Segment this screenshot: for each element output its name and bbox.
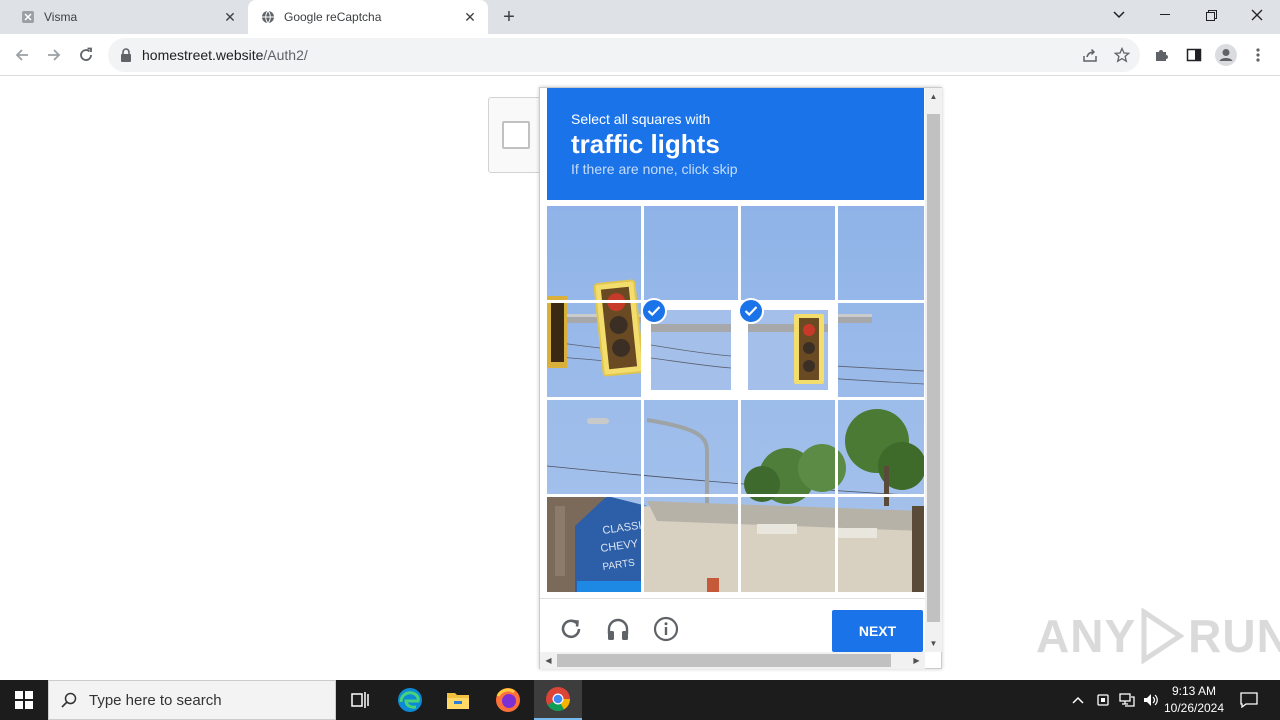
checkmark-icon	[641, 298, 667, 324]
more-menu-icon[interactable]	[1246, 43, 1270, 67]
network-icon[interactable]	[1116, 680, 1138, 720]
challenge-image-grid: CLASSIC CHEVY PARTS	[547, 206, 924, 592]
challenge-footer: NEXT	[540, 598, 927, 654]
clock-date: 10/26/2024	[1163, 701, 1225, 715]
instruction-text: Select all squares with	[571, 111, 711, 127]
tab-google-recaptcha[interactable]: Google reCaptcha ✕	[248, 0, 488, 34]
reload-icon[interactable]	[74, 43, 98, 67]
audio-challenge-icon[interactable]	[604, 615, 632, 643]
address-bar[interactable]: homestreet.website/Auth2/	[108, 38, 1140, 72]
device-icon[interactable]	[1092, 680, 1114, 720]
browser-toolbar: homestreet.website/Auth2/	[0, 34, 1280, 76]
chrome-icon[interactable]	[534, 680, 582, 720]
grid-tile[interactable]	[644, 497, 738, 592]
clock-time: 9:13 AM	[1171, 684, 1217, 698]
reload-icon[interactable]	[557, 615, 585, 643]
windows-start-icon[interactable]	[0, 680, 48, 720]
scroll-right-arrow-icon[interactable]: ▶	[908, 652, 925, 669]
forward-arrow-icon[interactable]	[42, 43, 66, 67]
grid-tile-selected[interactable]	[738, 298, 836, 398]
globe-icon	[260, 9, 276, 25]
windows-taskbar: Type here to search 9:13 AM 10/26/2024	[0, 680, 1280, 720]
challenge-header: Select all squares with traffic lights I…	[547, 88, 924, 200]
system-clock[interactable]: 9:13 AM 10/26/2024	[1160, 683, 1228, 717]
scroll-left-arrow-icon[interactable]: ◀	[540, 652, 557, 669]
volume-icon[interactable]	[1140, 680, 1162, 720]
grid-tile[interactable]	[547, 400, 641, 494]
tab-title: Visma	[44, 10, 78, 24]
tab-title: Google reCaptcha	[284, 10, 382, 24]
url-host: homestreet.website	[142, 47, 264, 63]
grid-tile[interactable]	[644, 206, 738, 300]
new-tab-button[interactable]: +	[498, 6, 520, 28]
scroll-up-arrow-icon[interactable]: ▲	[925, 88, 942, 105]
grid-tile[interactable]	[838, 303, 924, 397]
watermark-text: ANY	[1036, 610, 1137, 662]
close-tab-icon[interactable]: ✕	[460, 7, 480, 27]
close-tab-icon[interactable]: ✕	[220, 7, 240, 27]
lock-icon[interactable]	[120, 48, 132, 62]
show-hidden-icons-chevron-icon[interactable]	[1068, 680, 1088, 720]
grid-tile[interactable]	[644, 400, 738, 494]
scrollbar-thumb[interactable]	[557, 654, 891, 667]
search-placeholder: Type here to search	[89, 691, 222, 709]
watermark-text: RUN	[1188, 610, 1280, 662]
task-view-icon[interactable]	[336, 680, 384, 720]
side-panel-icon[interactable]	[1182, 43, 1206, 67]
taskbar-search-box[interactable]: Type here to search	[48, 680, 336, 720]
profile-avatar-icon[interactable]	[1214, 43, 1238, 67]
tab-visma[interactable]: Visma ✕	[8, 0, 248, 34]
back-arrow-icon[interactable]	[10, 43, 34, 67]
close-window-button[interactable]	[1234, 0, 1280, 30]
restore-button[interactable]	[1188, 0, 1234, 30]
search-icon	[49, 692, 89, 708]
horizontal-scrollbar[interactable]: ◀ ▶	[540, 652, 925, 669]
grid-tile[interactable]	[838, 206, 924, 300]
scrollbar-thumb[interactable]	[927, 114, 940, 622]
firefox-icon[interactable]	[484, 680, 532, 720]
grid-tile[interactable]	[547, 497, 641, 592]
tab-strip: Visma ✕ Google reCaptcha ✕ +	[0, 0, 1280, 34]
target-object-text: traffic lights	[571, 129, 720, 159]
anyrun-watermark: ANY RUN	[1036, 608, 1280, 664]
url-text: homestreet.website/Auth2/	[142, 47, 308, 63]
info-icon[interactable]	[652, 615, 680, 643]
minimize-button[interactable]	[1142, 0, 1188, 30]
share-icon[interactable]	[1080, 45, 1100, 65]
grid-tile[interactable]	[741, 497, 835, 592]
checkmark-icon	[738, 298, 764, 324]
notifications-icon[interactable]	[1234, 680, 1264, 720]
grid-tile[interactable]	[838, 400, 924, 494]
grid-tile[interactable]	[741, 400, 835, 494]
edge-browser-icon[interactable]	[386, 680, 434, 720]
extensions-puzzle-icon[interactable]	[1150, 43, 1174, 67]
visma-favicon-icon	[20, 9, 36, 25]
next-button[interactable]: NEXT	[832, 610, 923, 652]
tile-image	[748, 310, 828, 390]
grid-tile[interactable]	[547, 206, 641, 300]
grid-tile[interactable]	[547, 303, 641, 397]
file-explorer-icon[interactable]	[434, 680, 482, 720]
url-path: /Auth2/	[263, 47, 308, 63]
grid-tile-selected[interactable]	[641, 298, 739, 398]
tab-search-chevron-icon[interactable]	[1096, 0, 1142, 30]
bookmark-star-icon[interactable]	[1112, 45, 1132, 65]
recaptcha-challenge-popup: Select all squares with traffic lights I…	[539, 87, 942, 669]
skip-hint-text: If there are none, click skip	[571, 161, 738, 177]
grid-tile[interactable]	[741, 206, 835, 300]
vertical-scrollbar[interactable]: ▲ ▼	[925, 88, 942, 652]
tile-image	[651, 310, 731, 390]
recaptcha-checkbox[interactable]	[502, 121, 530, 149]
scroll-down-arrow-icon[interactable]: ▼	[925, 635, 942, 652]
play-triangle-icon	[1141, 608, 1185, 664]
grid-tile[interactable]	[838, 497, 924, 592]
